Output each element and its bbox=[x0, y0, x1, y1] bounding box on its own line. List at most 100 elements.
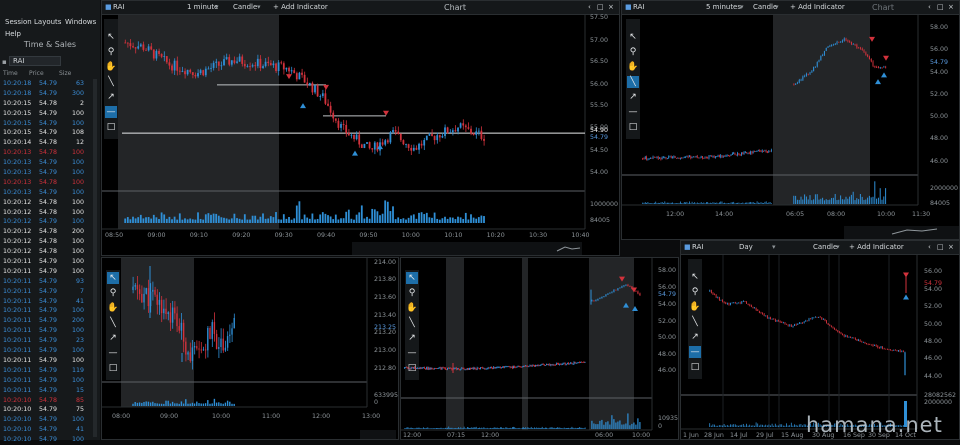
candle bbox=[643, 158, 645, 160]
candle bbox=[163, 308, 165, 314]
candle bbox=[482, 367, 484, 369]
volume-bar bbox=[793, 195, 795, 204]
candle bbox=[845, 335, 847, 337]
candle bbox=[737, 153, 738, 156]
chart-main-canvas[interactable] bbox=[102, 1, 620, 256]
volume-bar bbox=[358, 212, 361, 223]
candle bbox=[862, 341, 864, 343]
candle bbox=[885, 66, 887, 68]
candle bbox=[667, 158, 668, 160]
candle bbox=[758, 150, 759, 152]
candle bbox=[901, 350, 903, 352]
volume-bar bbox=[825, 199, 827, 204]
menu-windows[interactable]: Windows bbox=[65, 18, 96, 26]
chart-bm-canvas[interactable] bbox=[401, 258, 679, 440]
time-sales-time: 10:20:13 bbox=[3, 188, 32, 196]
candle bbox=[733, 153, 735, 154]
volume-bar bbox=[809, 195, 811, 204]
time-axis-label: 08:50 bbox=[105, 232, 124, 239]
volume-bar bbox=[694, 202, 696, 204]
candle bbox=[704, 157, 706, 159]
candle bbox=[410, 367, 412, 369]
volume-bar bbox=[441, 428, 443, 429]
volume-bar bbox=[452, 428, 454, 429]
candle bbox=[547, 363, 549, 365]
time-sales-row: 10:20:18 54.79 300 bbox=[0, 89, 92, 99]
volume-bar bbox=[708, 203, 710, 204]
volume-bar bbox=[410, 427, 412, 429]
volume-bar bbox=[502, 428, 503, 429]
volume-bar bbox=[621, 424, 623, 429]
volume-bar bbox=[739, 203, 741, 204]
candle bbox=[223, 59, 225, 66]
time-sales-time: 10:20:18 bbox=[3, 89, 32, 97]
time-sales-size: 41 bbox=[75, 426, 84, 434]
candle bbox=[711, 155, 712, 157]
volume-bar bbox=[629, 425, 631, 429]
volume-bar bbox=[492, 428, 494, 429]
volume-bar bbox=[559, 427, 561, 429]
candle bbox=[795, 83, 797, 85]
chart-tr-canvas[interactable] bbox=[622, 1, 960, 240]
candle bbox=[571, 362, 573, 365]
chart-bl-canvas[interactable] bbox=[102, 258, 399, 440]
time-sales-size: 12 bbox=[75, 139, 84, 147]
price-axis-label: 50.00 bbox=[658, 334, 677, 341]
candle bbox=[557, 363, 558, 365]
time-sales-symbol-input[interactable]: RAI bbox=[9, 56, 61, 66]
time-sales-row: 10:20:12 54.78 100 bbox=[0, 198, 92, 208]
candle bbox=[714, 294, 715, 296]
candle bbox=[428, 367, 430, 370]
volume-bar bbox=[816, 194, 818, 204]
volume-bar bbox=[858, 199, 860, 204]
candle bbox=[562, 363, 564, 365]
volume-bar bbox=[822, 197, 824, 204]
time-axis-label: 12:00 bbox=[666, 211, 685, 218]
volume-bar bbox=[575, 428, 577, 429]
volume-bar bbox=[181, 219, 184, 223]
volume-bar bbox=[572, 427, 574, 429]
volume-bar bbox=[661, 202, 663, 204]
volume-bar bbox=[345, 211, 348, 223]
volume-bar bbox=[462, 218, 465, 223]
candle bbox=[760, 312, 762, 314]
candle bbox=[428, 134, 431, 136]
volume-bar bbox=[748, 202, 750, 204]
candle bbox=[579, 362, 580, 364]
time-sales-scrollbar[interactable] bbox=[93, 79, 97, 437]
scroll-track bbox=[360, 430, 396, 439]
volume-bar bbox=[665, 202, 667, 204]
volume-bar bbox=[449, 427, 451, 429]
price-axis-label: 57.00 bbox=[590, 37, 609, 44]
volume-bar bbox=[562, 428, 564, 429]
candle bbox=[726, 303, 728, 304]
volume-bar bbox=[147, 217, 150, 223]
candle bbox=[430, 367, 432, 370]
volume-bar bbox=[467, 426, 468, 429]
candle bbox=[425, 135, 428, 140]
volume-bar bbox=[477, 217, 480, 223]
volume-bar bbox=[625, 423, 627, 429]
candle bbox=[217, 61, 220, 66]
chart-br-canvas[interactable] bbox=[681, 241, 960, 440]
volume-bar bbox=[805, 196, 807, 204]
volume-bar bbox=[311, 213, 314, 223]
menu-session[interactable]: Session bbox=[5, 18, 32, 26]
menu-layouts[interactable]: Layouts bbox=[34, 18, 61, 26]
volume-bar bbox=[717, 425, 719, 427]
volume-bar bbox=[194, 219, 197, 223]
candle bbox=[405, 144, 407, 146]
candle bbox=[143, 293, 145, 303]
volume-bar bbox=[277, 219, 280, 223]
candle bbox=[778, 320, 779, 322]
volume-bar bbox=[881, 199, 883, 204]
volume-bar bbox=[591, 420, 593, 429]
volume-bar bbox=[786, 423, 787, 427]
volume-bar bbox=[550, 427, 552, 429]
candle bbox=[437, 368, 439, 369]
volume-bar bbox=[187, 403, 189, 406]
candle bbox=[872, 344, 874, 346]
time-sales-time: 10:20:15 bbox=[3, 119, 32, 127]
menu-help[interactable]: Help bbox=[5, 30, 21, 38]
time-sales-row: 10:20:12 54.78 100 bbox=[0, 247, 92, 257]
